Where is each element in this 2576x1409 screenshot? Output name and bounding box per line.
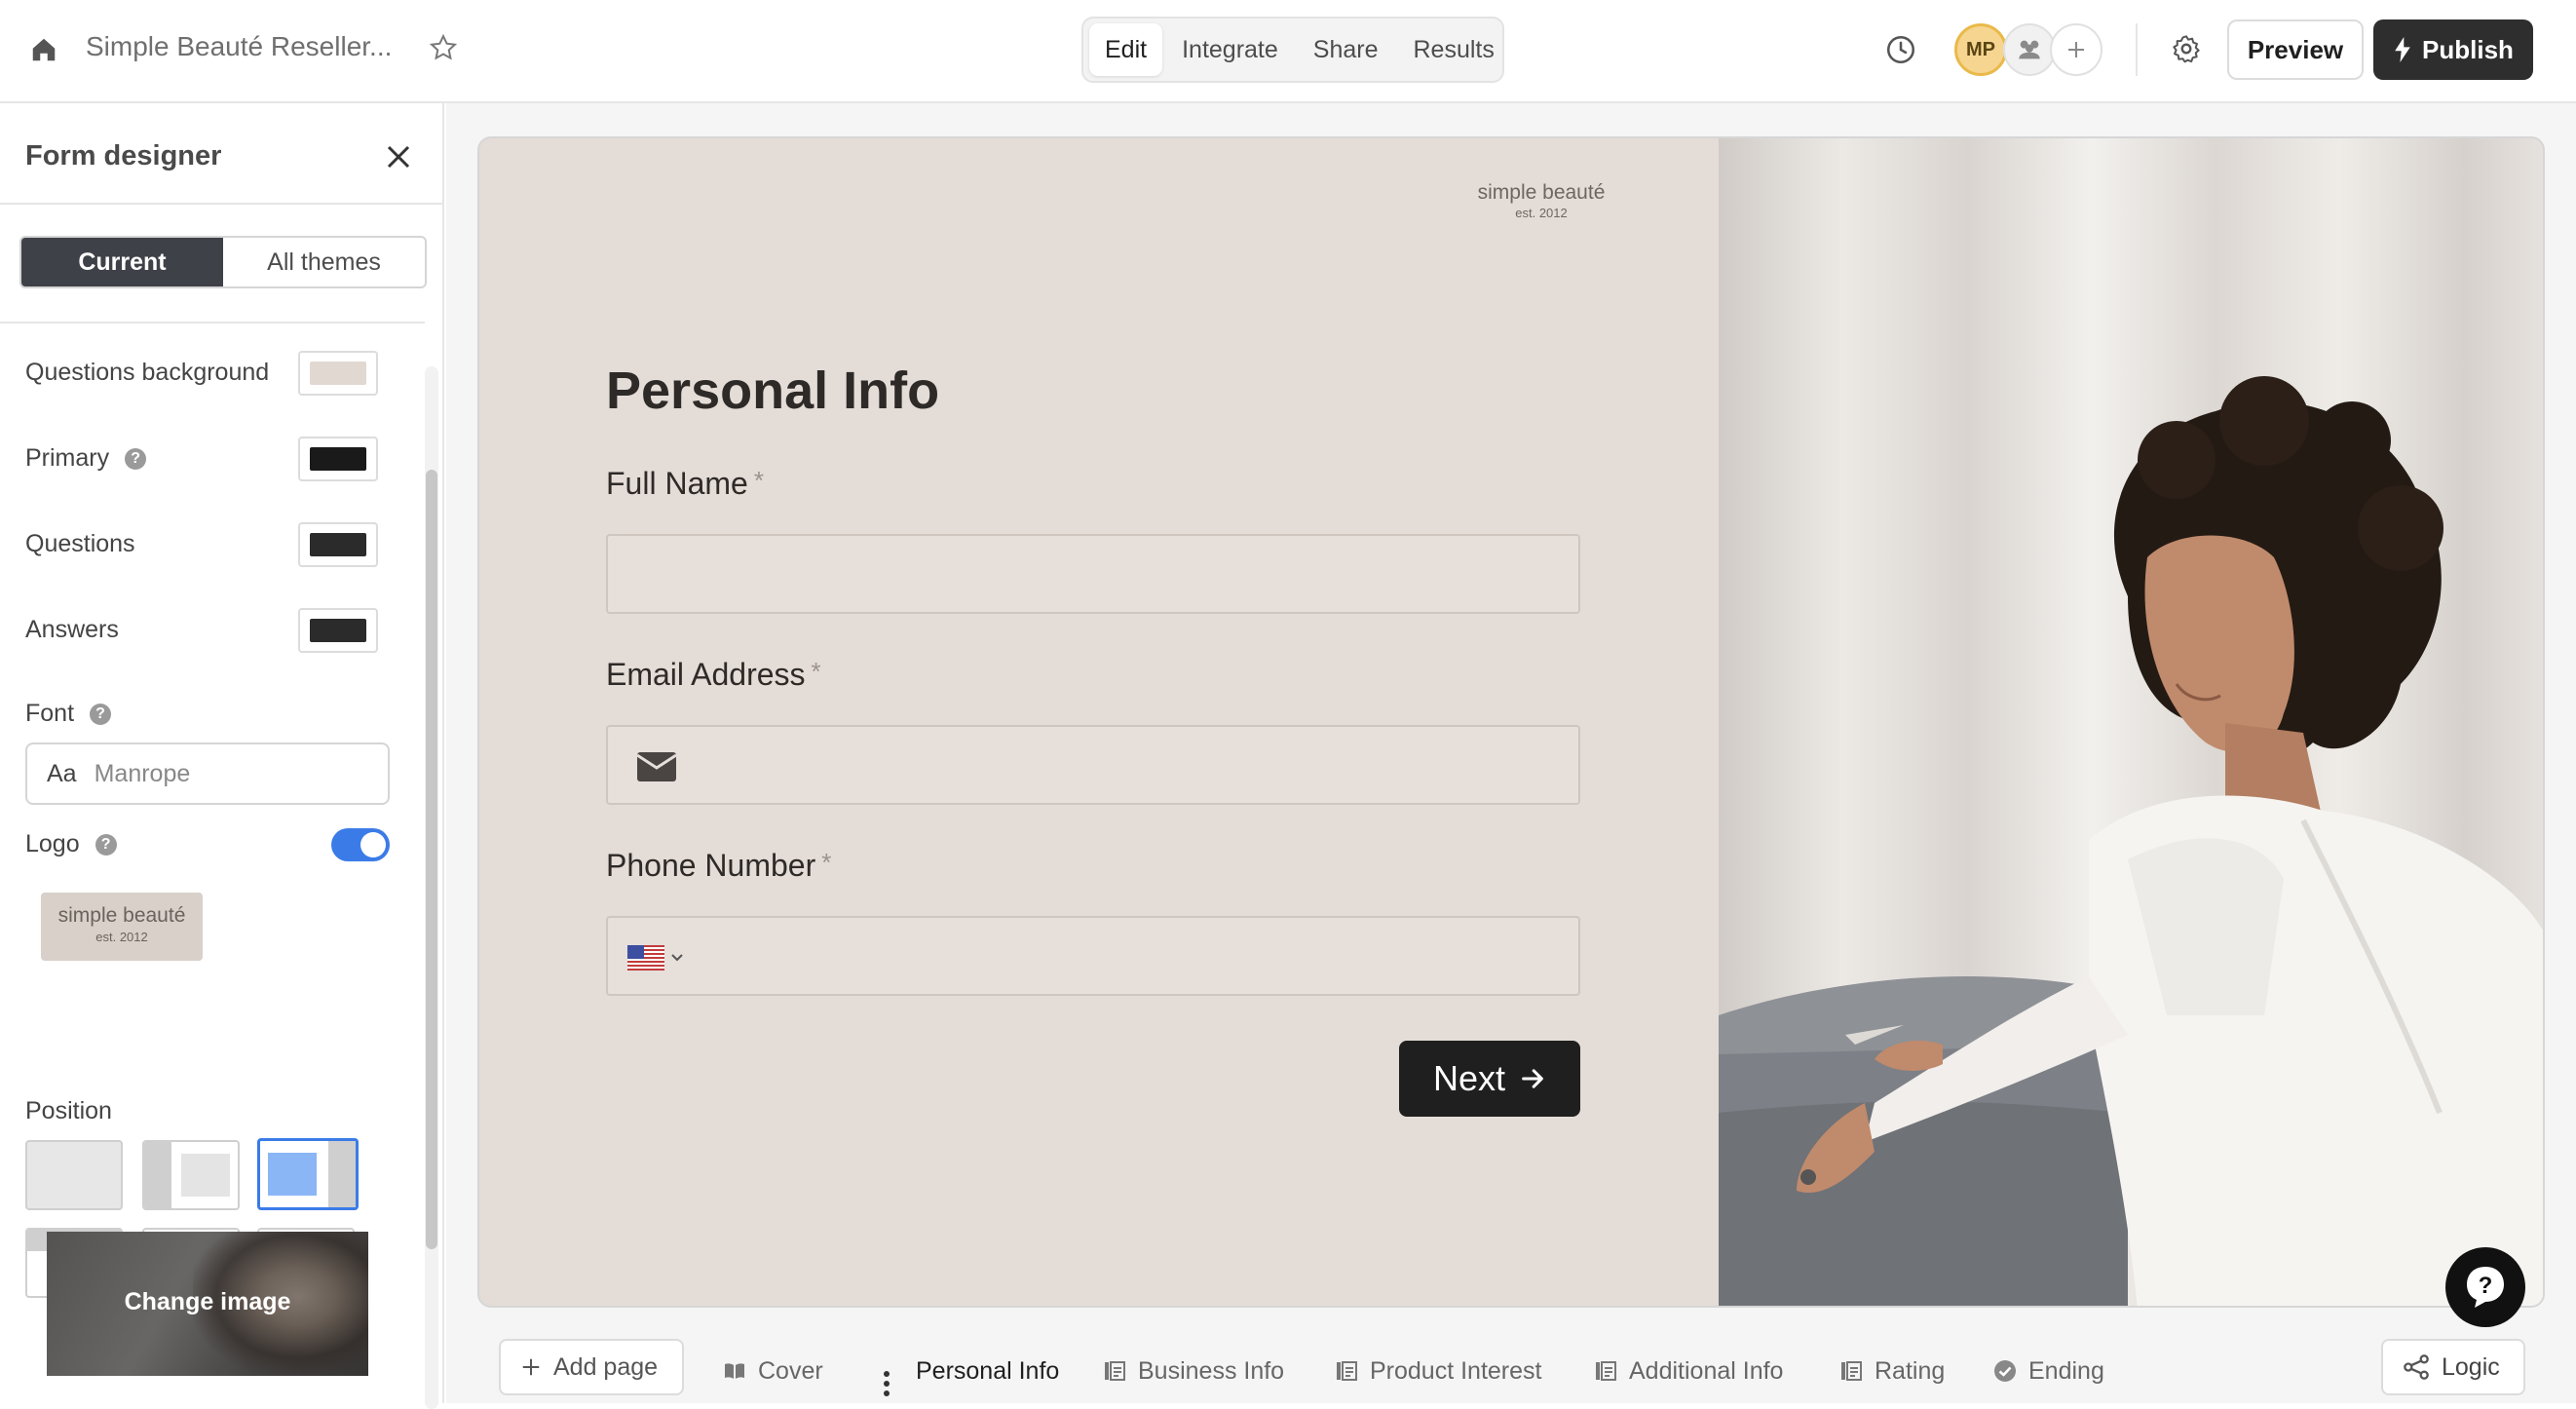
- position-label: Position: [25, 1097, 112, 1124]
- help-chat-button[interactable]: ?: [2445, 1247, 2525, 1327]
- page-tab-business-info[interactable]: Business Info: [1103, 1354, 1284, 1388]
- divider: [2136, 23, 2138, 76]
- phone-label: Phone Number *: [606, 848, 832, 883]
- page-tab-ending[interactable]: Ending: [1993, 1354, 2104, 1388]
- form-page-icon: [1596, 1361, 1616, 1381]
- full-name-input[interactable]: [606, 534, 1580, 614]
- email-label: Email Address *: [606, 657, 821, 692]
- tab-integrate[interactable]: Integrate: [1166, 23, 1294, 76]
- svg-text:?: ?: [2479, 1273, 2493, 1299]
- document-title[interactable]: Simple Beauté Reseller...: [86, 31, 392, 62]
- position-option-right[interactable]: [257, 1138, 359, 1210]
- help-icon[interactable]: ?: [90, 703, 112, 725]
- top-bar: Simple Beauté Reseller... Edit Integrate…: [0, 0, 2576, 103]
- help-icon[interactable]: ?: [95, 833, 117, 856]
- help-bubble-icon: ?: [2467, 1267, 2504, 1308]
- help-icon[interactable]: ?: [125, 447, 147, 470]
- publish-button[interactable]: Publish: [2373, 19, 2533, 80]
- panel-title: Form designer: [25, 140, 222, 171]
- mode-tabs: Edit Integrate Share Results: [1081, 17, 1504, 83]
- questions-color-swatch[interactable]: [298, 522, 378, 567]
- theme-tabs: Current All themes: [19, 236, 427, 288]
- page-heading: Personal Info: [606, 362, 940, 420]
- drag-handle-icon[interactable]: [881, 1370, 892, 1397]
- answers-color-swatch[interactable]: [298, 608, 378, 653]
- questions-background-swatch[interactable]: [298, 351, 378, 396]
- check-circle-icon: [1994, 1360, 2016, 1382]
- book-icon: [725, 1363, 744, 1379]
- page-tab-product-interest[interactable]: Product Interest: [1335, 1354, 1541, 1388]
- close-icon[interactable]: [384, 142, 413, 171]
- form-designer-panel: Form designer Current All themes Questio…: [0, 103, 444, 1409]
- brand-logo: simple beauté est. 2012: [1477, 181, 1606, 220]
- us-flag-icon: [627, 945, 664, 971]
- country-select[interactable]: [627, 945, 684, 971]
- history-icon[interactable]: [1884, 33, 1917, 66]
- change-image-label: Change image: [124, 1288, 291, 1315]
- change-image-button[interactable]: Change image: [47, 1232, 368, 1376]
- answers-color-label: Answers: [25, 616, 119, 643]
- star-icon[interactable]: [429, 33, 458, 62]
- page-tab-rating[interactable]: Rating: [1839, 1354, 1945, 1388]
- next-label: Next: [1432, 1058, 1506, 1098]
- share-nodes-icon: [2404, 1354, 2429, 1380]
- tab-current[interactable]: Current: [21, 238, 223, 286]
- questions-color-label: Questions: [25, 530, 135, 557]
- page-tab-personal-info[interactable]: Personal Info: [916, 1354, 1059, 1388]
- plus-icon: [522, 1358, 540, 1376]
- scrollbar-thumb[interactable]: [426, 470, 437, 1249]
- next-button[interactable]: Next: [1399, 1041, 1580, 1117]
- form-page-icon: [1337, 1361, 1357, 1381]
- logo-thumbnail[interactable]: simple beauté est. 2012: [41, 893, 203, 961]
- gear-icon[interactable]: [2171, 33, 2202, 64]
- add-page-button[interactable]: Add page: [499, 1339, 684, 1395]
- cover-photo: [1719, 138, 2543, 1306]
- add-collaborator-button[interactable]: [2050, 23, 2102, 76]
- font-select[interactable]: Aa Manrope: [25, 743, 390, 805]
- collaborators-icon[interactable]: [2003, 23, 2056, 76]
- avatar[interactable]: MP: [1954, 23, 2007, 76]
- logic-button[interactable]: Logic: [2381, 1339, 2525, 1395]
- position-option-left[interactable]: [142, 1140, 240, 1210]
- tab-share[interactable]: Share: [1298, 23, 1394, 76]
- phone-input[interactable]: [606, 916, 1580, 996]
- primary-swatch[interactable]: [298, 437, 378, 481]
- logic-label: Logic: [2442, 1352, 2500, 1381]
- divider: [0, 322, 425, 324]
- primary-label: Primary ?: [25, 444, 147, 473]
- font-prefix: Aa: [47, 759, 77, 787]
- envelope-icon: [637, 752, 676, 781]
- arrow-right-icon: [1522, 1069, 1543, 1088]
- bolt-icon: [2395, 37, 2410, 62]
- logo-label: Logo ?: [25, 830, 117, 858]
- logo-toggle[interactable]: [331, 828, 390, 861]
- page-tab-additional-info[interactable]: Additional Info: [1594, 1354, 1783, 1388]
- page-tab-cover[interactable]: Cover: [723, 1354, 823, 1388]
- preview-button[interactable]: Preview: [2227, 19, 2364, 80]
- font-label: Font ?: [25, 700, 112, 728]
- home-icon[interactable]: [29, 35, 58, 64]
- woman-photo-illustration: [1719, 138, 2543, 1306]
- form-page-icon: [1841, 1361, 1862, 1381]
- form-preview-card: simple beauté est. 2012 Personal Info Fu…: [477, 136, 2545, 1308]
- tab-all-themes[interactable]: All themes: [223, 238, 425, 286]
- position-option-none[interactable]: [25, 1140, 123, 1210]
- plus-icon: [2068, 42, 2084, 57]
- full-name-label: Full Name *: [606, 466, 764, 501]
- questions-background-label: Questions background: [25, 359, 270, 386]
- font-value: Manrope: [94, 759, 191, 787]
- tab-edit[interactable]: Edit: [1089, 23, 1163, 76]
- form-page-icon: [1105, 1361, 1125, 1381]
- chevron-down-icon: [671, 954, 683, 962]
- divider: [0, 203, 444, 205]
- tab-results[interactable]: Results: [1398, 23, 1510, 76]
- publish-label: Publish: [2422, 34, 2514, 64]
- add-page-label: Add page: [553, 1352, 659, 1381]
- email-input[interactable]: [606, 725, 1580, 805]
